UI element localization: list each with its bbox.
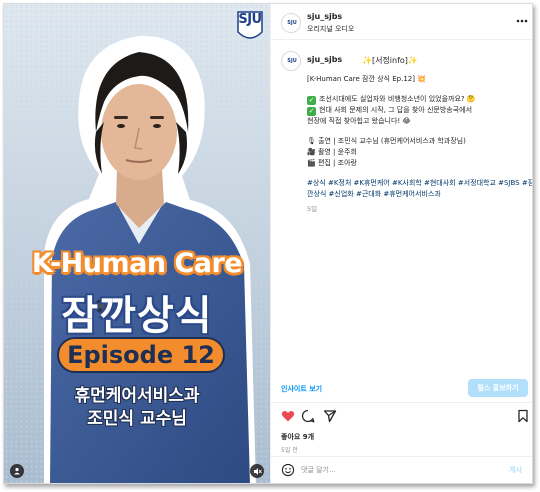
post-comment-button[interactable]: 게시: [509, 465, 522, 475]
comment-icon[interactable]: [301, 409, 315, 423]
boost-reel-button[interactable]: 릴스 홍보하기: [468, 379, 528, 397]
caption-credit-edit: 🎬 편집 | 조아랑: [307, 159, 357, 167]
share-icon[interactable]: [323, 409, 337, 423]
more-icon[interactable]: [515, 16, 529, 26]
comment-input[interactable]: [301, 462, 491, 478]
reel-title-english: K-Human Care: [31, 248, 243, 279]
divider: [271, 402, 532, 403]
post-details-panel: SJU sju_sjbs 오리지널 오디오 SJU sju_sjbs ✨[서정i…: [270, 4, 532, 483]
audio-label[interactable]: 오리지널 오디오: [307, 24, 354, 34]
heart-icon[interactable]: [281, 409, 295, 423]
post-header: SJU sju_sjbs 오리지널 오디오: [271, 4, 532, 40]
divider: [271, 456, 532, 457]
post-time: 5일 전: [281, 447, 298, 454]
sju-logo-text: SJU: [238, 12, 262, 27]
caption-item-2-cont: 현장에 직접 찾아힙고 왔습니다! 😂: [307, 117, 411, 125]
caption-username[interactable]: sju_sjbs: [307, 55, 342, 64]
instagram-window: SJU K-Human Care 잠깐상식 Episode 12 휴먼케어서비스…: [3, 3, 533, 484]
emoji-icon[interactable]: [281, 463, 295, 477]
view-insights-link[interactable]: 인사이트 보기: [281, 384, 322, 394]
caption-tag: ✨[서정info]✨: [362, 56, 418, 65]
reel-media[interactable]: SJU K-Human Care 잠깐상식 Episode 12 휴먼케어서비스…: [4, 4, 270, 483]
caption-item-1: 조선시대에도 실업자와 비행청소년이 있었을까요? 🤔: [319, 95, 476, 103]
header-username[interactable]: sju_sjbs: [307, 12, 342, 21]
caption-title: [K-Human Care 잠깐 상식 Ep.12] 💥: [307, 75, 426, 83]
bookmark-icon[interactable]: [516, 409, 530, 423]
check-icon: ✓: [307, 96, 316, 105]
avatar[interactable]: SJU: [281, 51, 301, 71]
mute-icon[interactable]: [250, 464, 264, 478]
caption-age: 5일: [307, 205, 318, 213]
caption-item-2: 현대 사회 문제의 시작, 그 답을 찾아 신문방송국에서: [319, 106, 473, 114]
reel-title-korean: 잠깐상식: [61, 293, 213, 339]
caption-credit-cast: 🎙 출연 | 조민식 교수님 (휴먼케어서비스과 학과장님): [307, 137, 466, 145]
user-tag-icon[interactable]: [10, 464, 24, 478]
reel-subtitle-professor: 조민식 교수님: [87, 409, 187, 429]
likes-count[interactable]: 좋아요 9개: [281, 432, 314, 442]
reel-subtitle-department: 휴먼케어서비스과: [74, 386, 200, 406]
check-icon: ✓: [307, 107, 316, 116]
avatar[interactable]: SJU: [281, 13, 301, 33]
episode-badge: Episode 12: [57, 337, 225, 373]
caption-hashtags-cont[interactable]: 깐상식 #신업화 #근대화 #휴먼케어서비스과: [307, 189, 529, 200]
caption-body: [K-Human Care 잠깐 상식 Ep.12] 💥 ✓ 조선시대에도 실업자…: [307, 74, 532, 215]
caption-credit-camera: 🎥 촬영 | 윤주희: [307, 148, 357, 156]
caption-hashtags[interactable]: #상식 #K정처 #K휴먼케어 #K사회학 #현대사회 #서정대학교 #SJBS…: [307, 178, 532, 189]
